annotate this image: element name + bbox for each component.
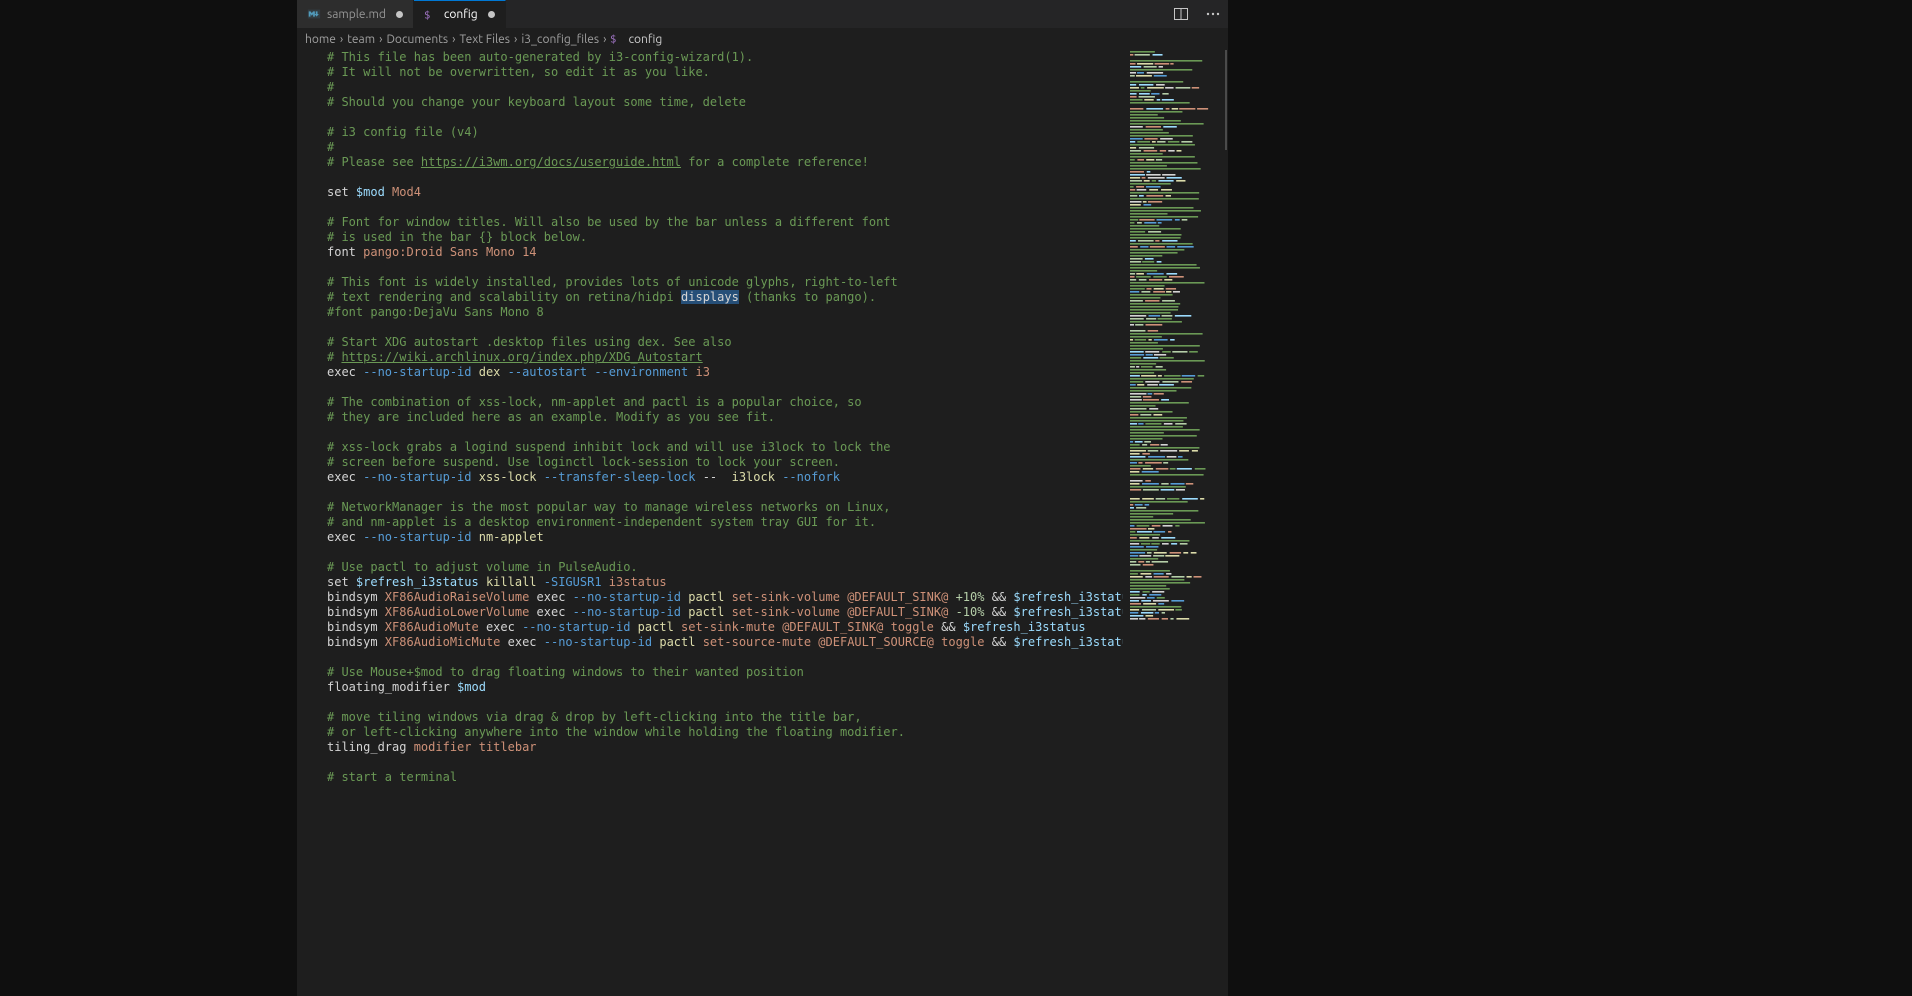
tab-config[interactable]: $ config [414,0,506,28]
code-content[interactable]: # This file has been auto-generated by i… [297,50,1123,785]
breadcrumb-file[interactable]: config [628,33,662,46]
tab-actions [1170,0,1224,28]
breadcrumb-item[interactable]: Documents [386,33,448,46]
tab-label: config [444,8,478,21]
chevron-right-icon: › [452,33,455,46]
editor-pane: sample.md $ config home › team › Documen… [297,0,1228,996]
svg-text:$: $ [610,34,616,46]
code-editor[interactable]: # This file has been auto-generated by i… [297,50,1123,996]
chevron-right-icon: › [514,33,517,46]
tabs-bar: sample.md $ config [297,0,1228,28]
more-actions-icon[interactable] [1202,3,1224,25]
breadcrumb-item[interactable]: Text Files [460,33,510,46]
markdown-icon [307,7,321,21]
minimap[interactable] [1128,50,1228,996]
breadcrumb: home › team › Documents › Text Files › i… [297,28,1228,50]
chevron-right-icon: › [340,33,343,46]
breadcrumb-item[interactable]: home [305,33,336,46]
tab-label: sample.md [327,8,386,21]
chevron-right-icon: › [379,33,382,46]
svg-text:$: $ [424,9,430,21]
split-editor-icon[interactable] [1170,3,1192,25]
left-gutter [0,0,297,996]
breadcrumb-item[interactable]: team [347,33,375,46]
breadcrumb-item[interactable]: i3_config_files [521,33,599,46]
tab-modified-dot [396,11,403,18]
tab-sample-md[interactable]: sample.md [297,0,414,28]
tab-modified-dot [488,11,495,18]
shell-icon: $ [610,32,624,46]
shell-icon: $ [424,8,438,22]
chevron-right-icon: › [603,33,606,46]
right-gutter [1228,0,1912,996]
